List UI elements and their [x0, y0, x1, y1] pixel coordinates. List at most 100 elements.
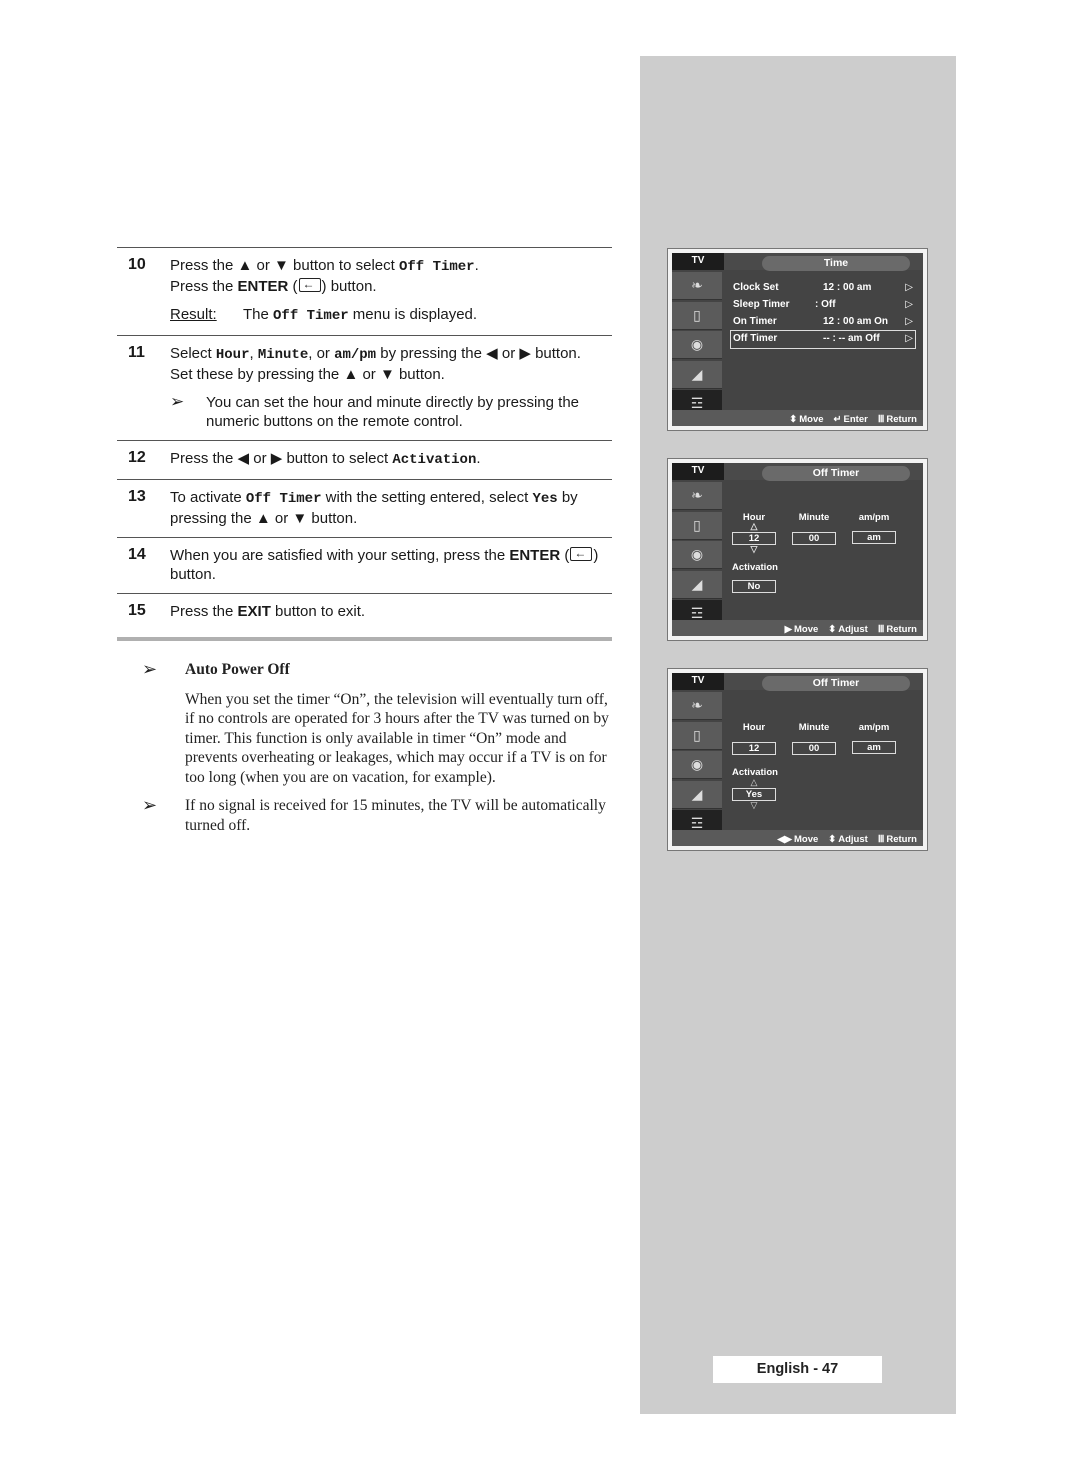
arrow-bullet-icon: ➢: [142, 659, 158, 679]
setup-category-icon: ◢: [672, 570, 722, 599]
menu-term: Off Timer: [398, 259, 475, 275]
sound-category-icon: ▯: [672, 721, 722, 750]
up-triangle-icon[interactable]: △: [732, 777, 776, 788]
text: When you are satisfied with your setting…: [170, 547, 510, 564]
chevron-right-icon: ▷: [905, 282, 913, 293]
help-label: Move: [793, 624, 819, 635]
step-13: 13 To activate Off Timer with the settin…: [117, 479, 612, 537]
chevron-right-icon: ▷: [905, 316, 913, 327]
menu-item-label: Off Timer: [733, 333, 778, 344]
step-number: 14: [128, 546, 146, 563]
text: , or: [308, 345, 335, 362]
menu-item-on-timer[interactable]: On Timer 12 : 00 am On ▷: [731, 314, 915, 331]
menu-item-value: : Off: [815, 299, 836, 310]
menu-icon: Ⅲ: [877, 834, 885, 845]
step-number: 12: [128, 449, 146, 466]
section-body: When you set the timer “On”, the televis…: [185, 690, 609, 786]
menu-item-clock-set[interactable]: Clock Set 12 : 00 am ▷: [731, 280, 915, 297]
step-14: 14 When you are satisfied with your sett…: [117, 537, 612, 593]
text: menu is displayed.: [348, 306, 478, 323]
help-label: Return: [886, 624, 917, 635]
step-text: When you are satisfied with your setting…: [170, 544, 612, 584]
button-name: ENTER: [509, 547, 561, 564]
help-move: ⬍ Move: [789, 414, 823, 425]
text: with the setting entered, select: [321, 489, 533, 506]
step-15: 15 Press the EXIT button to exit.: [117, 593, 612, 641]
menu-category-icons: ❧ ▯ ◉ ◢ ☲: [672, 272, 722, 420]
picture-category-icon: ❧: [672, 272, 722, 300]
note-text: You can set the hour and minute directly…: [206, 394, 580, 430]
arrow-bullet-icon: ➢: [142, 795, 158, 815]
chevron-right-icon: ▷: [905, 333, 913, 344]
help-bar: ◀▶ Move ⬍ Adjust Ⅲ Return: [672, 830, 923, 846]
text: .: [474, 257, 479, 274]
no-signal-note: ➢ If no signal is received for 15 minute…: [142, 795, 617, 835]
help-adjust: ⬍ Adjust: [828, 624, 868, 635]
up-down-icon: ⬍: [828, 834, 837, 845]
help-label: Adjust: [838, 834, 868, 845]
button-name: ENTER: [237, 278, 289, 295]
help-bar: ▶ Move ⬍ Adjust Ⅲ Return: [672, 620, 923, 636]
menu-title: Off Timer: [762, 466, 910, 481]
step-text: Press the EXIT button to exit.: [170, 602, 612, 621]
minute-field[interactable]: 00: [792, 742, 836, 755]
ampm-label: am/pm: [858, 722, 890, 733]
tv-screen-time-menu: TV Time ❧ ▯ ◉ ◢ ☲ Clock Set 12 : 00 am ▷…: [667, 248, 928, 431]
menu-term: Off Timer: [245, 491, 322, 507]
text: Press the ▲ or ▼ button to select: [170, 257, 399, 274]
down-triangle-icon[interactable]: ▽: [732, 800, 776, 811]
picture-category-icon: ❧: [672, 692, 722, 720]
channel-category-icon: ◉: [672, 751, 722, 779]
ampm-field[interactable]: am: [852, 531, 896, 544]
ampm-field[interactable]: am: [852, 741, 896, 754]
menu-term: Activation: [392, 452, 477, 468]
steps-list: 10 Press the ▲ or ▼ button to select Off…: [117, 247, 612, 641]
step-note: ➢ You can set the hour and minute direct…: [170, 392, 612, 431]
tv-screen-off-timer-yes: TV Off Timer ❧ ▯ ◉ ◢ ☲ Hour Minute am/pm…: [667, 668, 928, 851]
menu-term: Hour: [215, 347, 250, 363]
text: by pressing the ◀ or ▶ button.: [376, 345, 581, 362]
text: The: [243, 306, 274, 323]
enter-icon: [570, 544, 593, 563]
help-move: ▶ Move: [785, 624, 819, 635]
minute-label: Minute: [798, 722, 830, 733]
step-11: 11 Select Hour, Minute, or am/pm by pres…: [117, 335, 612, 440]
help-label: Return: [886, 834, 917, 845]
menu-item-label: On Timer: [733, 316, 777, 327]
chevron-right-icon: ▷: [905, 299, 913, 310]
help-label: Enter: [843, 414, 868, 425]
tv-tab: TV: [672, 253, 724, 270]
picture-category-icon: ❧: [672, 482, 722, 510]
up-down-icon: ⬍: [789, 414, 798, 425]
auto-power-off-note: ➢ Auto Power Off When you set the timer …: [142, 659, 617, 787]
minute-field[interactable]: 00: [792, 532, 836, 545]
note-text: If no signal is received for 15 minutes,…: [185, 797, 606, 834]
enter-icon: ↵: [833, 414, 842, 425]
text: Select: [170, 345, 216, 362]
menu-title: Time: [762, 256, 910, 271]
hour-field[interactable]: 12: [732, 742, 776, 755]
text: Set these by pressing the ▲ or ▼ button.: [170, 366, 445, 383]
activation-field[interactable]: No: [732, 580, 776, 593]
step-text: Press the ▲ or ▼ button to select Off Ti…: [170, 256, 612, 296]
help-move: ◀▶ Move: [777, 834, 818, 845]
help-return: Ⅲ Return: [878, 414, 917, 425]
text: .: [476, 450, 481, 467]
menu-category-icons: ❧ ▯ ◉ ◢ ☲: [672, 692, 722, 840]
sound-category-icon: ▯: [672, 301, 722, 330]
left-right-icon: ◀▶: [777, 834, 792, 845]
menu-item-label: Clock Set: [733, 282, 779, 293]
activation-label: Activation: [732, 562, 778, 573]
text: To activate: [170, 489, 246, 506]
menu-title: Off Timer: [762, 676, 910, 691]
menu-term: Off Timer: [273, 308, 349, 324]
down-triangle-icon[interactable]: ▽: [732, 544, 776, 555]
text: ) button.: [321, 278, 377, 295]
up-triangle-icon[interactable]: △: [732, 521, 776, 532]
help-enter: ↵ Enter: [834, 414, 868, 425]
menu-icon: Ⅲ: [877, 414, 885, 425]
menu-term: am/pm: [334, 347, 377, 363]
menu-item-sleep-timer[interactable]: Sleep Timer : Off ▷: [731, 297, 915, 314]
step-10: 10 Press the ▲ or ▼ button to select Off…: [117, 247, 612, 335]
menu-item-off-timer[interactable]: Off Timer -- : -- am Off ▷: [730, 330, 916, 349]
